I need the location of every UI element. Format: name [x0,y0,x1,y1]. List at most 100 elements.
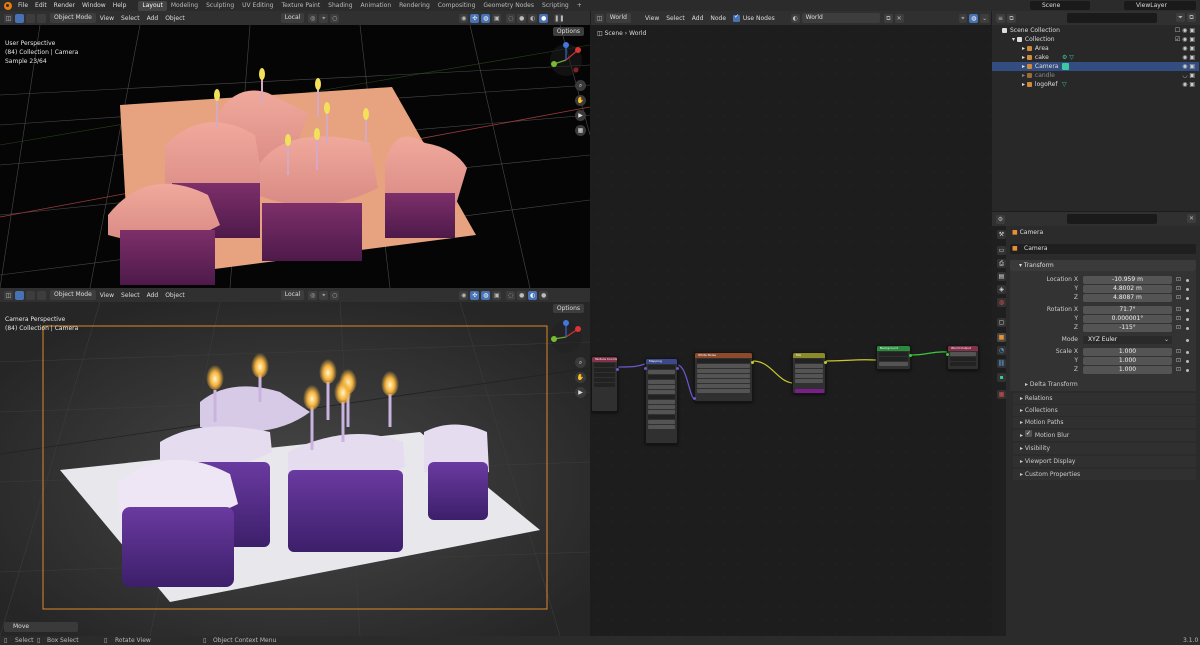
select-mode-icon[interactable] [26,13,35,23]
constraints-tab-icon[interactable]: ⛓ [997,359,1006,368]
workspace-tab-layout[interactable]: Layout [138,0,167,11]
input-socket[interactable] [946,353,949,356]
xray-icon[interactable]: ▣ [492,290,502,300]
outliner-row-area[interactable]: ▸ Area ◉ ▣ [992,44,1199,53]
rotation-y-field[interactable]: 0.000001° [1083,315,1172,323]
gizmo-icon[interactable]: ✣ [470,290,480,300]
workspace-tab-texture-paint[interactable]: Texture Paint [277,1,324,11]
menu-edit[interactable]: Edit [35,2,47,9]
output-socket[interactable] [824,361,827,364]
scene-selector[interactable]: Scene [1030,1,1090,10]
object-name-field[interactable]: Camera [1010,244,1196,254]
custom-properties-panel-header[interactable]: ▸ Custom Properties [1013,469,1196,480]
snap-icon[interactable]: ⌖ [319,13,329,23]
render-tab-icon[interactable]: ▭ [997,246,1006,255]
animate-dot-icon[interactable] [1186,339,1189,342]
node-menu-add[interactable]: Add [692,15,704,22]
scale-x-field[interactable]: 1.000 [1083,348,1172,356]
keyframe-icon[interactable]: ⊡ [1176,316,1182,322]
viewport-menu-object[interactable]: Object [165,15,185,22]
zoom-icon[interactable]: ⌕ [575,80,586,91]
menu-help[interactable]: Help [113,2,127,9]
object-mode-dropdown[interactable]: Object Mode [50,13,96,23]
keyframe-icon[interactable]: ⊡ [1176,286,1182,292]
grid-projection-icon[interactable]: ▦ [575,125,586,136]
select-mode-icon[interactable] [15,13,24,23]
pan-hand-icon[interactable]: ✋ [575,95,586,106]
zoom-icon[interactable]: ⌕ [575,357,586,368]
viewport-menu-add[interactable]: Add [147,15,159,22]
transform-orientation-dropdown[interactable]: Local [280,290,305,300]
viewport-menu-view[interactable]: View [100,292,114,299]
shading-rendered-icon[interactable]: ● [539,290,549,300]
transform-panel-header[interactable]: ▾ Transform [1010,260,1196,271]
keyframe-icon[interactable]: ⊡ [1176,367,1182,373]
visibility-icon[interactable]: ☑ ◉ ▣ [1175,35,1195,44]
node-menu-select[interactable]: Select [666,15,685,22]
relations-panel-header[interactable]: ▸ Relations [1013,393,1196,404]
shading-solid-icon[interactable]: ● [517,13,527,23]
editor-type-icon[interactable]: ◫ [595,13,604,23]
workspace-tab-compositing[interactable]: Compositing [434,1,480,11]
animate-dot-icon[interactable] [1186,351,1189,354]
shading-rendered-icon[interactable]: ● [539,13,549,23]
editor-type-icon[interactable]: ◫ [4,13,13,23]
scene-tab-icon[interactable]: ◈ [997,285,1006,294]
camera-view-icon[interactable]: ▶ [575,387,586,398]
outliner-row-logoref[interactable]: ▸ logoRef ▽ ◉ ▣ [992,80,1199,89]
workspace-tab-scripting[interactable]: Scripting [538,1,573,11]
node-mapping[interactable]: Mapping [644,358,679,444]
location-z-field[interactable]: 4.8087 m [1083,294,1172,302]
xray-icon[interactable]: ▣ [492,13,502,23]
output-socket[interactable] [751,361,754,364]
collection-tab-icon[interactable]: ▢ [997,318,1006,327]
animate-dot-icon[interactable] [1186,318,1189,321]
select-mode-icon[interactable] [37,290,46,300]
viewport-bottom[interactable]: Camera Perspective (84) Collection | Cam… [0,302,590,636]
editor-type-icon[interactable]: ≡ [996,13,1005,23]
outliner-row-candle[interactable]: ▸ candle ◡ ▣ [992,71,1199,80]
pause-render-icon[interactable]: ❚❚ [554,13,564,23]
workspace-tab-animation[interactable]: Animation [357,1,396,11]
tool-tab-icon[interactable]: ⚒ [997,230,1006,239]
shading-wireframe-icon[interactable]: ◌ [506,13,516,23]
workspace-tab-sculpting[interactable]: Sculpting [202,1,238,11]
menu-file[interactable]: File [18,2,28,9]
animate-dot-icon[interactable] [1186,279,1189,282]
motion-blur-checkbox[interactable] [1024,428,1032,439]
unlink-world-icon[interactable]: ✕ [894,13,904,23]
visibility-icon[interactable]: ◉ [459,13,469,23]
object-data-tab-icon[interactable]: ▪ [997,373,1006,382]
use-nodes-checkbox[interactable] [733,13,740,22]
outliner-row-cake[interactable]: ▸ cake ⚙ ▽ ◉ ▣ [992,53,1199,62]
proportional-edit-icon[interactable]: ○ [330,13,340,23]
rotation-mode-dropdown[interactable]: XYZ Euler [1083,336,1172,344]
visibility-icon[interactable]: ◉ [459,290,469,300]
node-world-output[interactable]: World Output [946,345,979,370]
world-tab-icon[interactable]: ◍ [997,298,1006,307]
animate-dot-icon[interactable] [1186,360,1189,363]
display-mode-icon[interactable]: ⧉ [1007,13,1016,23]
output-socket[interactable] [616,368,619,371]
new-collection-icon[interactable]: ⧉ [1187,13,1196,22]
output-tab-icon[interactable]: ⎙ [997,259,1006,268]
pivot-icon[interactable]: ◎ [308,13,318,23]
texture-tab-icon[interactable]: ▦ [997,390,1006,399]
keyframe-icon[interactable]: ⊡ [1176,358,1182,364]
animate-dot-icon[interactable] [1186,309,1189,312]
location-x-field[interactable]: -10.959 m [1083,276,1172,284]
camera-view-icon[interactable]: ▶ [575,110,586,121]
workspace-tab-shading[interactable]: Shading [324,1,356,11]
object-mode-dropdown[interactable]: Object Mode [50,290,96,300]
delta-transform-subpanel[interactable]: ▸ Delta Transform [1018,379,1200,390]
physics-tab-icon[interactable]: ◔ [997,346,1006,355]
viewport-display-panel-header[interactable]: ▸ Viewport Display [1013,456,1196,467]
motion-paths-panel-header[interactable]: ▸ Motion Paths [1013,417,1196,428]
outliner-row-scene-collection[interactable]: Scene Collection ☐ ◉ ▣ [992,26,1199,35]
viewport-menu-object[interactable]: Object [165,292,185,299]
shading-material-icon[interactable]: ◐ [528,13,538,23]
viewport-menu-add[interactable]: Add [147,292,159,299]
keyframe-icon[interactable]: ⊡ [1176,349,1182,355]
select-mode-icon[interactable] [15,290,24,300]
pin-icon[interactable]: ✕ [1187,214,1196,223]
